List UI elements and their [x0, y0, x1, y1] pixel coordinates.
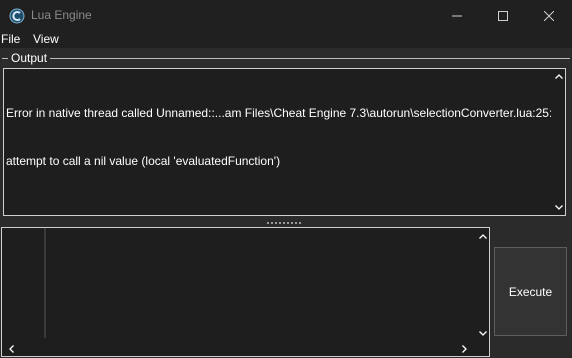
scroll-right-button[interactable]	[458, 342, 471, 356]
chevron-up-icon	[554, 74, 563, 79]
close-icon	[544, 10, 554, 21]
chevron-right-icon	[462, 345, 467, 353]
editor-scroll-up-button[interactable]	[476, 230, 489, 243]
editor-vertical-scrollbar[interactable]	[476, 228, 489, 342]
output-text[interactable]: Error in native thread called Unnamed::.…	[6, 73, 551, 201]
splitter-handle[interactable]	[267, 222, 301, 226]
chevron-down-icon	[554, 205, 563, 210]
execute-button[interactable]: Execute	[494, 247, 567, 336]
output-line-1: Error in native thread called Unnamed::.…	[6, 106, 551, 120]
output-label: Output	[8, 51, 51, 65]
output-group-border	[2, 58, 570, 59]
maximize-button[interactable]	[480, 0, 526, 31]
title-bar[interactable]: Lua Engine	[0, 0, 572, 31]
menu-file[interactable]: File	[1, 32, 20, 46]
editor-horizontal-scrollbar[interactable]	[2, 342, 489, 356]
menu-bar: File View	[0, 31, 572, 48]
output-panel[interactable]: Error in native thread called Unnamed::.…	[3, 68, 566, 216]
scroll-left-button[interactable]	[5, 342, 18, 356]
cheat-engine-icon	[9, 8, 25, 24]
script-editor[interactable]	[1, 227, 490, 357]
window-title: Lua Engine	[31, 8, 92, 22]
chevron-up-icon	[478, 234, 487, 239]
minimize-button[interactable]	[434, 0, 480, 31]
output-vertical-scrollbar[interactable]	[552, 69, 565, 215]
output-line-2: attempt to call a nil value (local 'eval…	[6, 154, 281, 168]
editor-scroll-down-button[interactable]	[476, 327, 489, 340]
maximize-icon	[498, 10, 508, 21]
scroll-down-button[interactable]	[552, 201, 565, 214]
close-button[interactable]	[526, 0, 572, 31]
chevron-down-icon	[478, 331, 487, 336]
editor-gutter-separator	[44, 228, 46, 338]
scroll-up-button[interactable]	[552, 70, 565, 83]
minimize-icon	[452, 15, 462, 16]
chevron-left-icon	[9, 345, 14, 353]
lua-engine-window: Lua Engine File View Output Error in nat…	[0, 0, 572, 358]
menu-view[interactable]: View	[33, 32, 59, 46]
